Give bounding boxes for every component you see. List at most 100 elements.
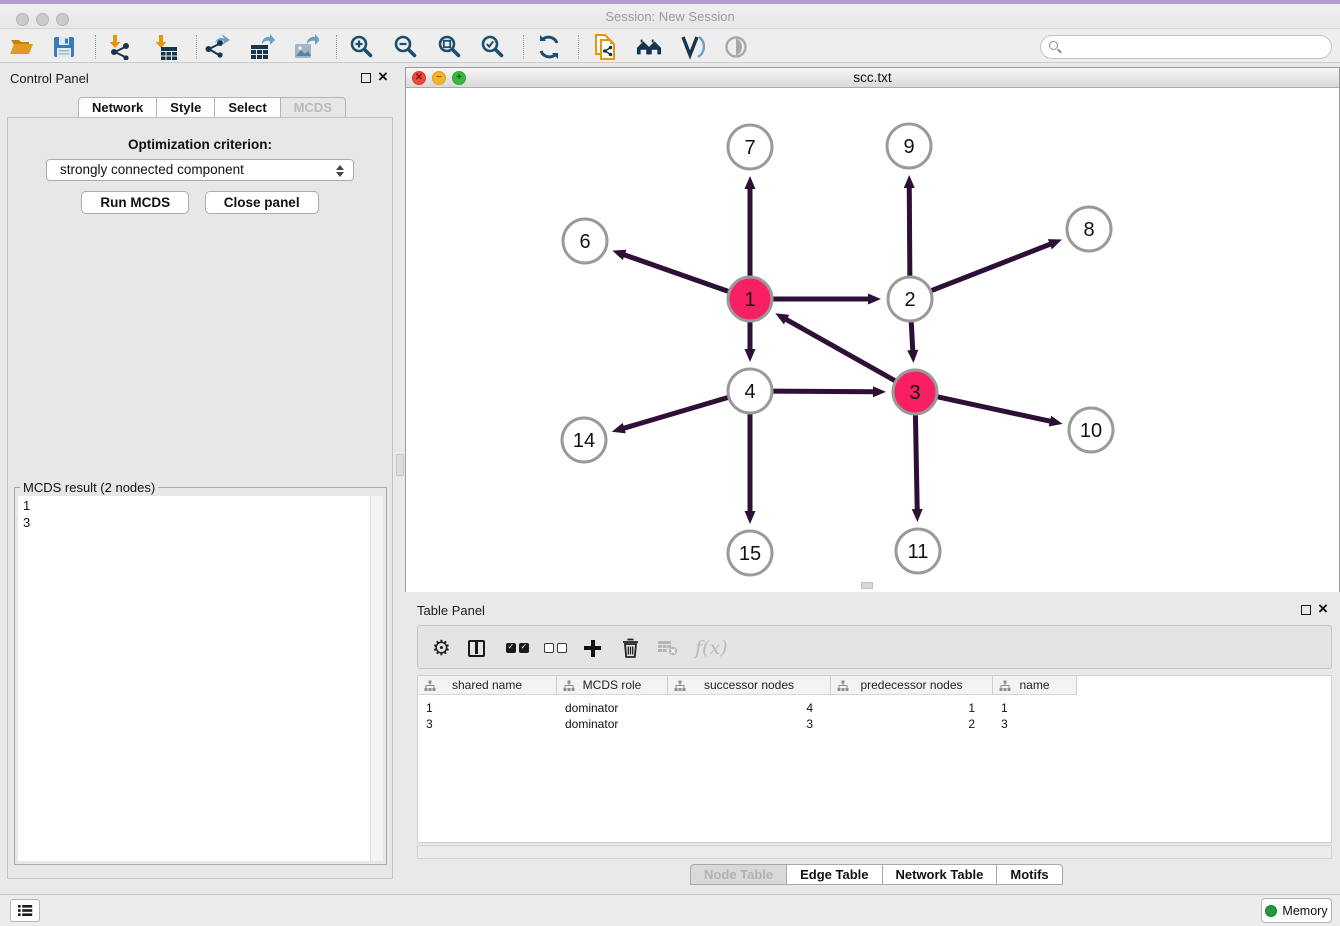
node-label-14: 14	[573, 430, 595, 452]
edge-arrowhead	[612, 250, 626, 260]
network-graph[interactable]: 1234678910111415	[406, 89, 1339, 592]
toolbar-separator	[95, 35, 96, 59]
edge-3-1[interactable]	[785, 319, 898, 383]
node-label-6: 6	[579, 231, 590, 253]
edge-3-10[interactable]	[935, 396, 1052, 421]
edge-2-8[interactable]	[929, 244, 1052, 292]
import-network-icon[interactable]	[107, 34, 133, 60]
table-cell[interactable]: 4	[668, 700, 831, 716]
table-scrollbar[interactable]	[417, 845, 1332, 859]
mcds-result-legend: MCDS result (2 nodes)	[20, 480, 158, 495]
node-label-15: 15	[739, 543, 761, 565]
window-title: Session: New Session	[0, 9, 1340, 24]
close-panel-icon[interactable]: ×	[378, 68, 388, 86]
tab-select[interactable]: Select	[214, 97, 279, 118]
main-toolbar	[0, 30, 1340, 63]
function-builder-icon: f(x)	[695, 626, 728, 670]
table-cell[interactable]: dominator	[557, 700, 668, 716]
zoom-fit-icon[interactable]	[437, 34, 463, 60]
open-folder-icon[interactable]	[9, 34, 35, 60]
table-cell[interactable]: 1	[831, 700, 993, 716]
mcds-result-group: MCDS result (2 nodes) 1 3	[14, 487, 387, 865]
table-cell[interactable]: 1	[418, 700, 557, 716]
table-cell[interactable]: 3	[668, 716, 831, 732]
toolbar-separator	[196, 35, 197, 59]
column-browser-icon[interactable]	[468, 626, 485, 670]
table-tabs: Node TableEdge TableNetwork TableMotifs	[690, 864, 1063, 886]
table-tab-motifs[interactable]: Motifs	[996, 864, 1062, 885]
export-image-icon[interactable]	[293, 34, 319, 60]
edge-4-3[interactable]	[770, 391, 875, 392]
control-panel-tabs: NetworkStyleSelectMCDS	[78, 97, 346, 118]
hide-icon	[723, 34, 749, 60]
table-toolbar: ⚙ f(x)	[417, 625, 1332, 669]
create-column-icon[interactable]	[584, 626, 601, 670]
dropdown-stepper-icon	[335, 163, 344, 179]
table-cell[interactable]: 3	[993, 716, 1077, 732]
column-header-shared-name[interactable]: shared name	[418, 676, 557, 695]
float-panel-icon[interactable]	[361, 73, 371, 83]
close-panel-button[interactable]: Close panel	[205, 191, 319, 214]
tab-mcds[interactable]: MCDS	[280, 97, 346, 118]
table-tab-network-table[interactable]: Network Table	[882, 864, 997, 885]
panel-divider-grip[interactable]	[396, 454, 404, 476]
optimization-dropdown-value: strongly connected component	[60, 162, 244, 177]
column-header-MCDS-role[interactable]: MCDS role	[557, 676, 668, 695]
edge-arrowhead	[745, 349, 756, 362]
node-label-7: 7	[744, 137, 755, 159]
table-tab-node-table[interactable]: Node Table	[690, 864, 786, 885]
node-label-11: 11	[908, 541, 929, 563]
mcds-result-text[interactable]: 1 3	[18, 496, 370, 861]
tab-style[interactable]: Style	[156, 97, 214, 118]
select-all-columns-icon[interactable]	[506, 626, 532, 670]
table-cell[interactable]: 2	[831, 716, 993, 732]
import-table-icon[interactable]	[153, 34, 179, 60]
delete-table-icon	[658, 626, 678, 670]
edge-4-14[interactable]	[622, 397, 730, 429]
table-tab-edge-table[interactable]: Edge Table	[786, 864, 881, 885]
toolbar-separator	[523, 35, 524, 59]
unselect-all-columns-icon[interactable]	[544, 626, 570, 670]
network-canvas[interactable]: 1234678910111415	[406, 89, 1339, 592]
export-table-icon[interactable]	[249, 34, 275, 60]
edge-arrowhead	[1048, 239, 1062, 249]
memory-status-icon	[1265, 905, 1277, 917]
save-icon[interactable]	[51, 34, 77, 60]
edge-3-11[interactable]	[915, 412, 917, 511]
tab-network[interactable]: Network	[78, 97, 156, 118]
export-network-icon[interactable]	[205, 34, 231, 60]
zoom-in-icon[interactable]	[349, 34, 375, 60]
search-input[interactable]	[1040, 35, 1332, 59]
node-table[interactable]: shared nameMCDS rolesuccessor nodesprede…	[417, 675, 1332, 843]
optimization-label: Optimization criterion:	[8, 137, 392, 152]
table-settings-icon[interactable]: ⚙	[432, 626, 451, 670]
memory-button[interactable]: Memory	[1261, 898, 1332, 923]
edge-1-6[interactable]	[623, 254, 731, 292]
table-cell[interactable]: 3	[418, 716, 557, 732]
column-header-name[interactable]: name	[993, 676, 1077, 695]
column-header-successor-nodes[interactable]: successor nodes	[668, 676, 831, 695]
zoom-selected-icon[interactable]	[480, 34, 506, 60]
network-window-titlebar[interactable]: ✕ − + scc.txt	[406, 68, 1339, 88]
duplicate-network-icon[interactable]	[592, 34, 618, 60]
refresh-layout-icon[interactable]	[536, 34, 562, 60]
splitter-grip[interactable]	[861, 582, 873, 589]
table-cell[interactable]: dominator	[557, 716, 668, 732]
optimization-dropdown[interactable]: strongly connected component	[46, 159, 354, 181]
result-scrollbar[interactable]	[370, 496, 383, 861]
edge-2-9[interactable]	[909, 186, 910, 279]
close-panel-icon[interactable]: ×	[1318, 600, 1328, 618]
zoom-out-icon[interactable]	[393, 34, 419, 60]
delete-column-icon[interactable]	[621, 626, 640, 670]
home-icon[interactable]	[636, 34, 662, 60]
task-history-button[interactable]	[10, 899, 40, 922]
vizmapper-icon[interactable]	[679, 34, 705, 60]
edge-2-3[interactable]	[911, 319, 913, 352]
column-header-predecessor-nodes[interactable]: predecessor nodes	[831, 676, 993, 695]
node-label-2: 2	[904, 289, 915, 311]
run-mcds-button[interactable]: Run MCDS	[81, 191, 189, 214]
control-panel: Control Panel × NetworkStyleSelectMCDS O…	[0, 63, 405, 894]
table-cell[interactable]: 1	[993, 700, 1077, 716]
node-label-10: 10	[1080, 420, 1102, 442]
float-panel-icon[interactable]	[1301, 605, 1311, 615]
